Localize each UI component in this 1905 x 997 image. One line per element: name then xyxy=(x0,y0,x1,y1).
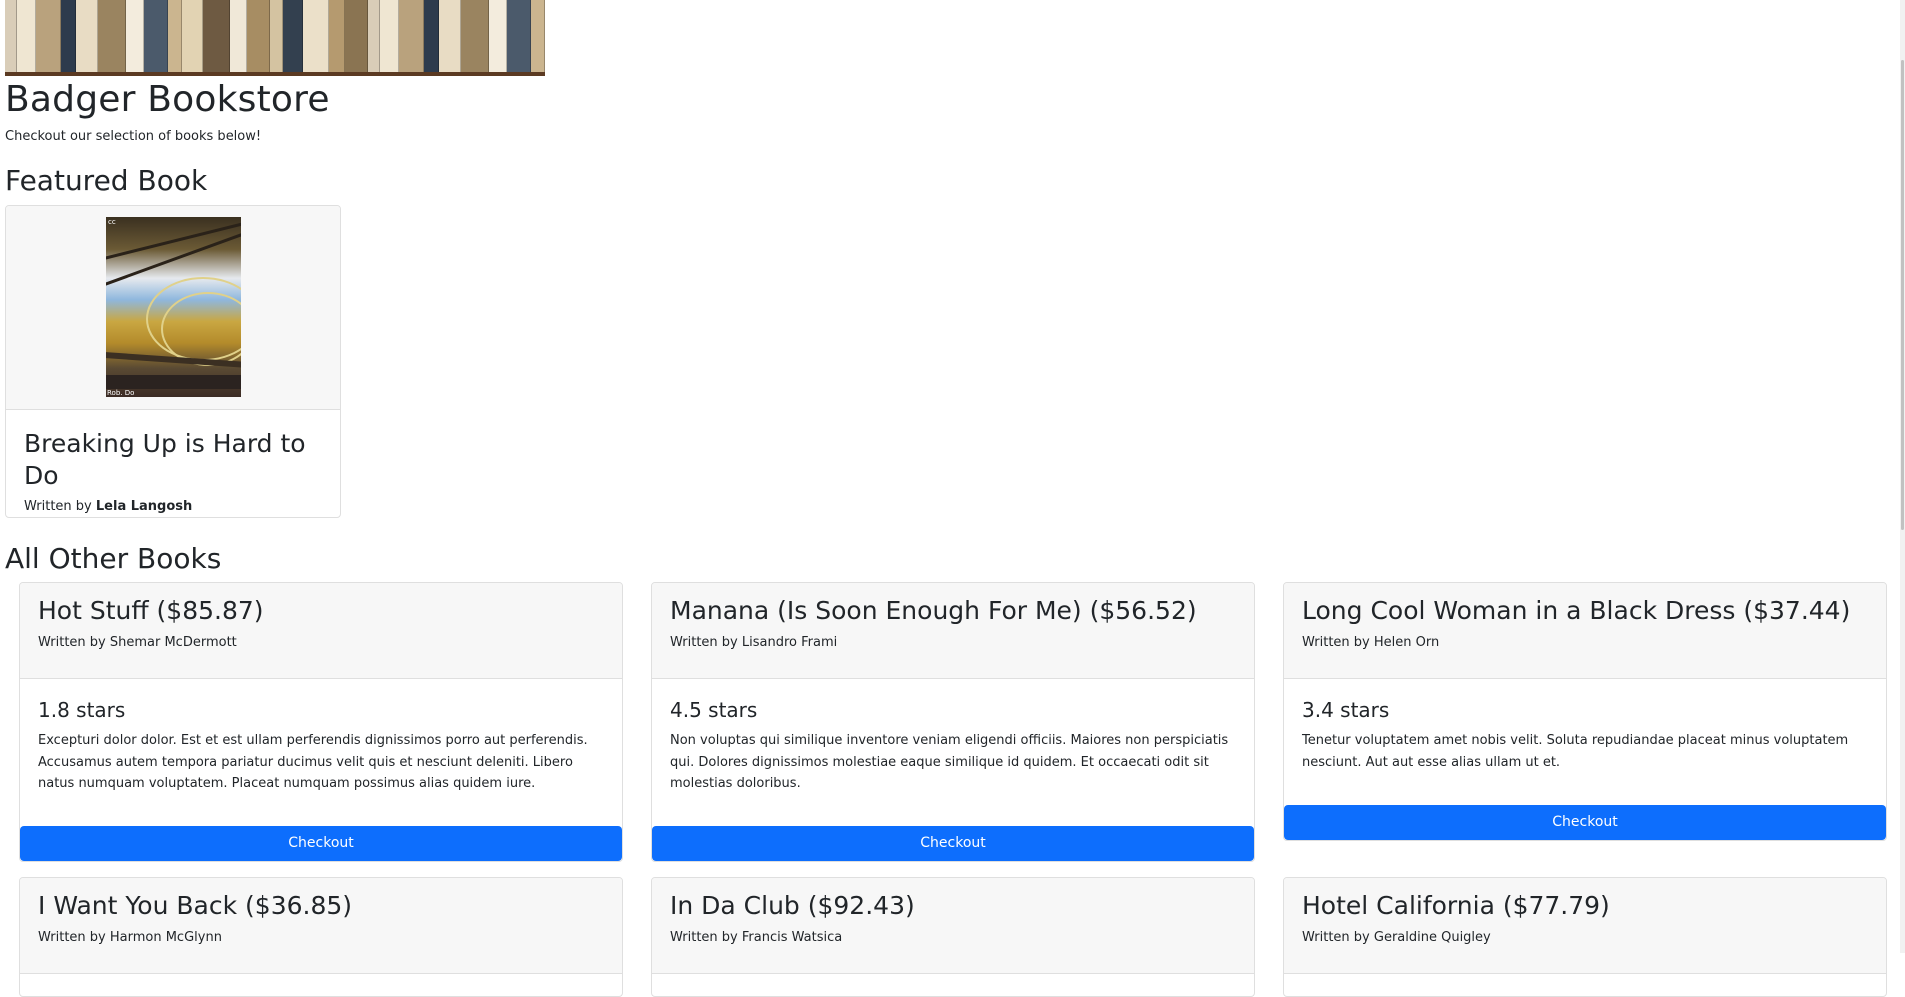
book-rating: 1.8 stars xyxy=(38,698,126,722)
book-description: Non voluptas qui similique inventore ven… xyxy=(670,733,1229,791)
book-description: Excepturi dolor dolor. Est et est ullam … xyxy=(38,733,588,791)
featured-book-title: Breaking Up is Hard to Do xyxy=(24,429,306,490)
featured-book-card: cc Rob. Do Breaking Up is Hard to Do Wri… xyxy=(5,205,341,518)
book-card: Hotel California ($77.79) Written by Ger… xyxy=(1283,877,1887,997)
featured-card-header: cc Rob. Do xyxy=(6,206,340,410)
checkout-button[interactable]: Checkout xyxy=(20,826,622,861)
book-title: In Da Club ($92.43) xyxy=(670,891,915,920)
book-title: Hot Stuff ($85.87) xyxy=(38,596,264,625)
book-card: Manana (Is Soon Enough For Me) ($56.52) … xyxy=(651,582,1255,862)
book-title: Long Cool Woman in a Black Dress ($37.44… xyxy=(1302,596,1851,625)
book-card: In Da Club ($92.43) Written by Francis W… xyxy=(651,877,1255,997)
other-books-heading: All Other Books xyxy=(5,542,222,575)
featured-book-cover-image: cc Rob. Do xyxy=(106,217,241,397)
checkout-button[interactable]: Checkout xyxy=(652,826,1254,861)
book-author: Written by Helen Orn xyxy=(1302,635,1440,650)
book-author: Written by Harmon McGlynn xyxy=(38,930,222,945)
site-title: Badger Bookstore xyxy=(5,79,330,120)
bookshelf-banner-image xyxy=(5,0,545,76)
book-card: Hot Stuff ($85.87) Written by Shemar McD… xyxy=(19,582,623,862)
book-rating: 4.5 stars xyxy=(670,698,758,722)
scrollbar-thumb[interactable] xyxy=(1901,60,1904,530)
book-card: I Want You Back ($36.85) Written by Harm… xyxy=(19,877,623,997)
book-author: Written by Shemar McDermott xyxy=(38,635,237,650)
book-author: Written by Geraldine Quigley xyxy=(1302,930,1491,945)
checkout-button[interactable]: Checkout xyxy=(1284,805,1886,840)
book-title: I Want You Back ($36.85) xyxy=(38,891,353,920)
book-card: Long Cool Woman in a Black Dress ($37.44… xyxy=(1283,582,1887,841)
book-description: Tenetur voluptatem amet nobis velit. Sol… xyxy=(1302,733,1849,770)
site-subtitle: Checkout our selection of books below! xyxy=(5,129,262,144)
book-author: Written by Lisandro Frami xyxy=(670,635,838,650)
featured-book-author-line: Written by Lela Langosh xyxy=(24,498,322,516)
featured-heading: Featured Book xyxy=(5,164,208,197)
cover-credit-label: Rob. Do xyxy=(107,389,135,397)
written-by-label: Written by xyxy=(24,499,92,514)
page-scrollbar[interactable] xyxy=(1900,0,1905,953)
book-title: Hotel California ($77.79) xyxy=(1302,891,1610,920)
book-title: Manana (Is Soon Enough For Me) ($56.52) xyxy=(670,596,1197,625)
book-author: Written by Francis Watsica xyxy=(670,930,843,945)
cover-cc-label: cc xyxy=(108,218,116,226)
book-rating: 3.4 stars xyxy=(1302,698,1390,722)
featured-book-author: Lela Langosh xyxy=(95,499,193,514)
